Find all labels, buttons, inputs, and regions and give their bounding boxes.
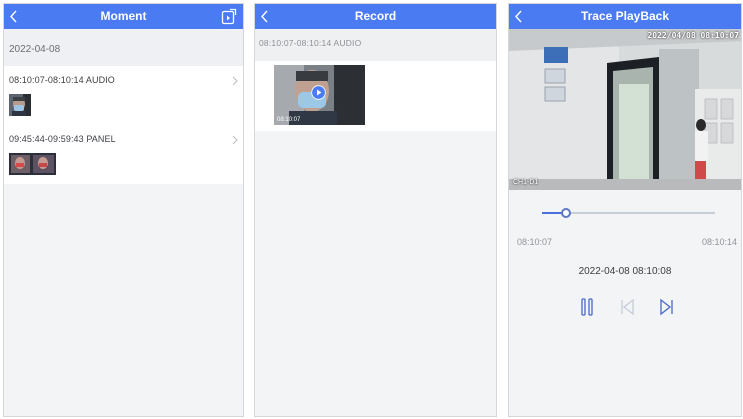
record-screen: Record 08:10:07-08:10:14 AUDIO 08:10:07 bbox=[254, 3, 497, 417]
previous-icon[interactable] bbox=[617, 297, 637, 317]
chevron-right-icon bbox=[232, 76, 238, 86]
page-title: Trace PlayBack bbox=[580, 9, 670, 23]
moment-thumbnail[interactable] bbox=[9, 153, 56, 175]
current-time: 2022-04-08 08:10:08 bbox=[578, 266, 672, 277]
playback-controls bbox=[509, 297, 741, 319]
date-header: 2022-04-08 bbox=[4, 29, 243, 66]
moment-list: 08:10:07-08:10:14 AUDIO 09:45:44-09:59:4… bbox=[4, 66, 243, 184]
moment-nav-bar: Moment bbox=[4, 4, 243, 29]
moment-screen: Moment 2022-04-08 08:10:07-08:10:14 AUDI… bbox=[3, 3, 244, 417]
video-timestamp-overlay: 2022/04/08 08:10:07 bbox=[647, 31, 739, 40]
page-title: Moment bbox=[100, 9, 147, 23]
playback-screen: Trace PlayBack 2022/04/08 08:10:07 CH1-D… bbox=[508, 3, 742, 417]
timeline-track[interactable] bbox=[542, 208, 715, 218]
end-time: 08:10:14 bbox=[701, 237, 737, 247]
moment-item-label: 09:45:44-09:59:43 PANEL bbox=[9, 134, 116, 144]
record-card: 08:10:07 bbox=[255, 61, 496, 131]
page-title: Record bbox=[354, 9, 397, 23]
thumbnail-timestamp: 08:10:07 bbox=[277, 117, 301, 123]
pause-icon[interactable] bbox=[577, 297, 597, 317]
channel-label: CH1-D1 bbox=[513, 179, 539, 186]
start-time: 08:10:07 bbox=[517, 237, 553, 247]
list-item[interactable]: 09:45:44-09:59:43 PANEL bbox=[4, 125, 243, 184]
playback-nav-bar: Trace PlayBack bbox=[509, 4, 741, 29]
export-icon[interactable] bbox=[221, 8, 237, 25]
playback-timeline: 08:10:07 08:10:14 bbox=[509, 190, 741, 250]
video-frame bbox=[509, 29, 741, 190]
list-item[interactable]: 08:10:07-08:10:14 AUDIO bbox=[4, 66, 243, 125]
moment-thumbnail[interactable] bbox=[9, 94, 31, 116]
record-thumbnail[interactable]: 08:10:07 bbox=[274, 65, 365, 125]
moment-item-label: 08:10:07-08:10:14 AUDIO bbox=[9, 75, 115, 85]
timeline-handle[interactable] bbox=[561, 208, 572, 218]
chevron-right-icon bbox=[232, 135, 238, 145]
play-icon[interactable] bbox=[311, 85, 326, 100]
record-nav-bar: Record bbox=[255, 4, 496, 29]
video-player[interactable]: 2022/04/08 08:10:07 CH1-D1 bbox=[509, 29, 741, 190]
next-icon[interactable] bbox=[657, 297, 677, 317]
record-range-label: 08:10:07-08:10:14 AUDIO bbox=[255, 29, 496, 61]
